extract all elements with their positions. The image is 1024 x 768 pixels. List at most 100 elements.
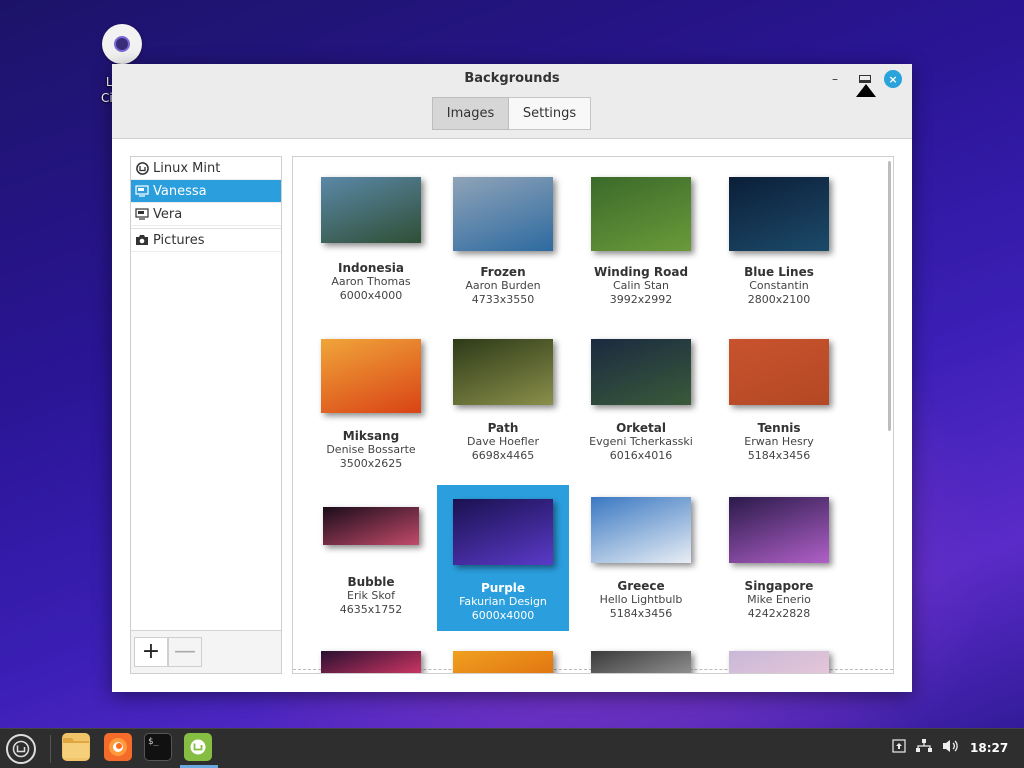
close-button[interactable]: × <box>884 70 902 88</box>
wallpaper-dimensions: 6000x4000 <box>471 609 535 622</box>
mint-icon <box>12 740 30 758</box>
wallpaper-tile[interactable]: Miksang Denise Bossarte 3500x2625 <box>305 339 437 471</box>
terminal-launcher[interactable]: $_ <box>144 733 172 761</box>
sidebar-item-label: Linux Mint <box>153 160 221 176</box>
wallpaper-thumbnail <box>453 339 553 405</box>
maximize-icon <box>859 75 871 83</box>
wallpaper-thumbnail <box>453 177 553 251</box>
sidebar-item-label: Pictures <box>153 232 205 248</box>
add-folder-button[interactable]: + <box>134 637 168 667</box>
wallpaper-author: Denise Bossarte <box>326 443 416 456</box>
network-icon <box>916 739 932 752</box>
wallpaper-tile[interactable]: Winding Road Calin Stan 3992x2992 <box>575 177 707 307</box>
wallpaper-author: Dave Hoefler <box>467 435 539 448</box>
window-title: Backgrounds <box>464 71 560 86</box>
wallpaper-name: Singapore <box>744 579 814 593</box>
wallpaper-thumbnail <box>321 177 421 243</box>
wallpaper-author: Erik Skof <box>347 589 395 602</box>
sidebar-item-linux-mint[interactable]: Linux Mint <box>131 157 281 180</box>
sidebar-item-vera[interactable]: Vera <box>131 203 281 226</box>
folder-icon <box>63 738 89 758</box>
wallpaper-author: Evgeni Tcherkasski <box>589 435 693 448</box>
wallpaper-thumbnail <box>321 339 421 413</box>
wallpaper-thumbnail <box>729 177 829 251</box>
shield-update-icon <box>892 739 906 753</box>
wallpaper-thumbnail <box>323 507 419 545</box>
taskbar-separator <box>50 735 51 763</box>
wallpaper-tile[interactable]: Singapore Mike Enerio 4242x2828 <box>713 497 845 621</box>
wallpaper-author: Fakurian Design <box>459 595 547 608</box>
wallpaper-author: Erwan Hesry <box>744 435 814 448</box>
tab-bar: Images Settings <box>432 97 591 130</box>
wallpaper-tile[interactable] <box>305 651 437 673</box>
wallpaper-dimensions: 3500x2625 <box>339 457 403 470</box>
wallpaper-name: Frozen <box>480 265 526 279</box>
disc-icon <box>102 24 142 64</box>
wallpaper-tile[interactable]: Greece Hello Lightbulb 5184x3456 <box>575 497 707 621</box>
wallpaper-thumbnail <box>321 651 421 673</box>
wallpaper-tile[interactable]: Tennis Erwan Hesry 5184x3456 <box>713 339 845 463</box>
wallpaper-tile[interactable]: Indonesia Aaron Thomas 6000x4000 <box>305 177 437 303</box>
wallpaper-name: Bubble <box>347 575 395 589</box>
wallpaper-name: Orketal <box>616 421 666 435</box>
wallpaper-author: Mike Enerio <box>747 593 811 606</box>
wallpaper-author: Hello Lightbulb <box>599 593 683 606</box>
wallpaper-thumbnail <box>591 339 691 405</box>
wallpaper-tile[interactable]: Bubble Erik Skof 4635x1752 <box>305 497 437 617</box>
wallpaper-dimensions: 6698x4465 <box>471 449 535 462</box>
titlebar: Backgrounds – × Images Settings <box>112 64 912 139</box>
backgrounds-launcher[interactable] <box>184 733 212 761</box>
wallpaper-tile[interactable]: Frozen Aaron Burden 4733x3550 <box>437 177 569 307</box>
minimize-button[interactable]: – <box>826 70 844 88</box>
sidebar-item-vanessa[interactable]: Vanessa <box>131 180 281 203</box>
wallpaper-dimensions: 4242x2828 <box>747 607 811 620</box>
wallpaper-name: Miksang <box>342 429 400 443</box>
wallpaper-name: Path <box>487 421 519 435</box>
wallpaper-dimensions: 2800x2100 <box>747 293 811 306</box>
wallpaper-tile[interactable]: Orketal Evgeni Tcherkasski 6016x4016 <box>575 339 707 463</box>
volume-icon <box>943 740 958 752</box>
wallpaper-name: Greece <box>617 579 665 593</box>
wallpaper-thumbnail <box>591 497 691 563</box>
tab-images[interactable]: Images <box>432 97 509 130</box>
wallpaper-tile[interactable]: Path Dave Hoefler 6698x4465 <box>437 339 569 463</box>
firefox-launcher[interactable] <box>104 733 132 761</box>
firefox-icon <box>109 738 127 756</box>
wallpaper-tile[interactable] <box>437 651 569 673</box>
mint-logo-icon <box>190 739 206 755</box>
volume-tray[interactable] <box>942 739 960 753</box>
taskbar: $_ 18:27 <box>0 728 1024 768</box>
wallpaper-name: Blue Lines <box>744 265 814 279</box>
wallpaper-dimensions: 6016x4016 <box>609 449 673 462</box>
backgrounds-window: Backgrounds – × Images Settings Linux Mi… <box>112 64 912 692</box>
wallpaper-tile[interactable] <box>713 651 845 673</box>
monitor-icon <box>135 208 149 220</box>
sidebar-item-pictures[interactable]: Pictures <box>131 228 281 252</box>
clock[interactable]: 18:27 <box>970 741 1008 755</box>
wallpaper-author: Aaron Burden <box>465 279 541 292</box>
wallpaper-thumbnail <box>453 651 553 673</box>
wallpaper-dimensions: 6000x4000 <box>339 289 403 302</box>
wallpaper-tile[interactable] <box>575 651 707 673</box>
wallpaper-thumbnail <box>729 651 829 673</box>
sidebar-item-label: Vera <box>153 206 183 222</box>
mint-icon <box>135 161 149 175</box>
remove-folder-button[interactable]: — <box>168 637 202 667</box>
wallpaper-author: Aaron Thomas <box>331 275 411 288</box>
wallpaper-thumbnail <box>729 497 829 563</box>
wallpaper-tile[interactable]: Purple Fakurian Design 6000x4000 <box>437 485 569 631</box>
wallpaper-tile[interactable]: Blue Lines Constantin 2800x2100 <box>713 177 845 307</box>
wallpaper-dimensions: 3992x2992 <box>609 293 673 306</box>
source-sidebar: Linux Mint Vanessa Vera Pictures + — <box>130 156 282 674</box>
files-launcher[interactable] <box>62 733 90 761</box>
network-tray[interactable] <box>916 739 932 753</box>
update-manager-tray[interactable] <box>892 739 906 753</box>
start-menu-button[interactable] <box>6 734 36 764</box>
terminal-icon: $_ <box>148 737 159 747</box>
wallpaper-thumbnail <box>729 339 829 405</box>
wallpaper-author: Calin Stan <box>612 279 669 292</box>
tab-settings[interactable]: Settings <box>509 97 591 130</box>
gallery-scrollbar[interactable] <box>888 161 891 431</box>
camera-icon <box>135 234 149 246</box>
mouse-cursor-icon <box>856 84 876 97</box>
